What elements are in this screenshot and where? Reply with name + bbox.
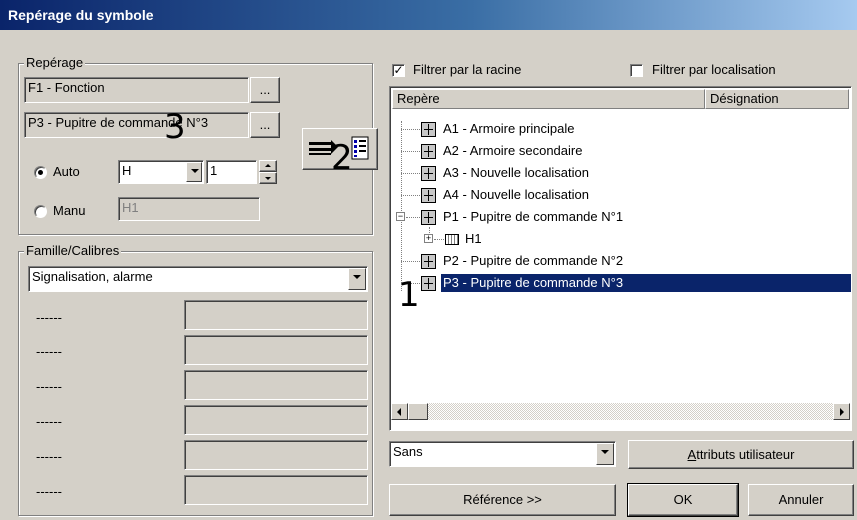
arrow-down-icon <box>265 177 271 180</box>
tree-item[interactable]: A4 - Nouvelle localisation <box>390 185 850 205</box>
calibre-field[interactable] <box>184 440 368 470</box>
tree-item[interactable]: A3 - Nouvelle localisation <box>390 163 850 183</box>
famille-group-label: Famille/Calibres <box>24 243 122 258</box>
tree-item[interactable]: − P1 - Pupitre de commande N°1 <box>390 207 850 227</box>
cabinet-icon <box>421 276 436 291</box>
auto-radio[interactable] <box>34 166 47 179</box>
expand-icon[interactable]: + <box>424 234 433 243</box>
manu-label: Manu <box>53 203 86 218</box>
manu-radio[interactable] <box>34 205 47 218</box>
tree-item-label: A1 - Armoire principale <box>443 121 575 136</box>
cabinet-icon <box>421 254 436 269</box>
spin-down-button[interactable] <box>259 172 277 184</box>
sans-select[interactable]: Sans <box>389 441 616 467</box>
tree-item[interactable]: A1 - Armoire principale <box>390 119 850 139</box>
filtrer-racine-checkbox[interactable]: ✓ <box>392 64 405 77</box>
title-bar: Repérage du symbole <box>0 0 857 30</box>
component-icon <box>445 234 459 245</box>
calibre-field[interactable] <box>184 300 368 330</box>
famille-select[interactable]: Signalisation, alarme <box>28 266 368 292</box>
reperage-group-label: Repérage <box>24 55 86 70</box>
auto-prefix-select[interactable]: H <box>118 160 204 184</box>
attributs-label: ttributs utilisateur <box>696 447 795 462</box>
calibre-label: ------ <box>36 310 62 325</box>
fonction-field[interactable]: F1 - Fonction <box>24 77 249 103</box>
attributs-utilisateur-button[interactable]: Attributs utilisateur <box>628 440 854 469</box>
collapse-icon[interactable]: − <box>396 212 405 221</box>
calibre-field[interactable] <box>184 335 368 365</box>
cabinet-icon <box>421 166 436 181</box>
manu-field[interactable]: H1 <box>118 197 260 221</box>
filtrer-racine-label: Filtrer par la racine <box>413 62 522 77</box>
tree-horizontal-scrollbar[interactable] <box>391 403 850 420</box>
reference-button[interactable]: Référence >> <box>389 484 616 516</box>
tree-item-label: P1 - Pupitre de commande N°1 <box>443 209 624 224</box>
attributs-accelerator: A <box>687 447 697 462</box>
calibre-field[interactable] <box>184 475 368 505</box>
chevron-down-icon[interactable] <box>596 443 614 465</box>
cabinet-icon <box>421 144 436 159</box>
fonction-browse-button[interactable]: ... <box>250 77 280 103</box>
cabinet-icon <box>421 188 436 203</box>
arrow-up-icon <box>265 164 271 167</box>
calibre-label: ------ <box>36 484 62 499</box>
calibre-field[interactable] <box>184 405 368 435</box>
calibre-label: ------ <box>36 379 62 394</box>
tree-item[interactable]: + H1 <box>390 229 850 249</box>
scroll-thumb[interactable] <box>408 403 428 420</box>
location-tree[interactable]: Repère Désignation A1 - Armoire principa… <box>389 86 852 431</box>
calibre-field[interactable] <box>184 370 368 400</box>
calibre-label: ------ <box>36 344 62 359</box>
tree-item-selected[interactable]: P3 - Pupitre de commande N°3 <box>390 273 852 293</box>
tree-item-label: A2 - Armoire secondaire <box>443 143 583 158</box>
dialog-window: Repérage du symbole Repérage F1 - Foncti… <box>0 0 857 520</box>
annuler-button[interactable]: Annuler <box>748 484 854 516</box>
column-header-designation[interactable]: Désignation <box>705 89 849 109</box>
scroll-right-arrow-icon[interactable] <box>833 403 850 420</box>
auto-prefix-value: H <box>122 163 132 178</box>
cabinet-icon <box>421 122 436 137</box>
annotation-two: 2 <box>331 138 353 178</box>
cabinet-icon <box>421 210 436 225</box>
scroll-left-arrow-icon[interactable] <box>391 403 408 420</box>
filtrer-localisation-label: Filtrer par localisation <box>652 62 776 77</box>
auto-label: Auto <box>53 164 80 179</box>
annotation-one: 1 <box>398 275 420 315</box>
sans-selected-value: Sans <box>393 444 423 459</box>
column-header-repere[interactable]: Repère <box>392 89 705 109</box>
calibre-label: ------ <box>36 449 62 464</box>
chevron-down-icon[interactable] <box>186 162 202 182</box>
chevron-down-icon[interactable] <box>348 268 366 290</box>
tree-item-label: P3 - Pupitre de commande N°3 <box>440 273 852 293</box>
auto-number-field[interactable]: 1 <box>206 160 257 184</box>
tree-item-label: H1 <box>465 231 482 246</box>
tree-item[interactable]: A2 - Armoire secondaire <box>390 141 850 161</box>
calibre-label: ------ <box>36 414 62 429</box>
ok-button[interactable]: OK <box>627 483 739 517</box>
annotation-three: 3 <box>164 107 186 147</box>
localisation-browse-button[interactable]: ... <box>250 112 280 138</box>
tree-item[interactable]: P2 - Pupitre de commande N°2 <box>390 251 850 271</box>
checkmark-icon: ✓ <box>393 63 404 77</box>
tree-item-label: A3 - Nouvelle localisation <box>443 165 589 180</box>
famille-selected-value: Signalisation, alarme <box>32 269 153 284</box>
tree-item-label: A4 - Nouvelle localisation <box>443 187 589 202</box>
tree-item-label: P2 - Pupitre de commande N°2 <box>443 253 624 268</box>
spin-up-button[interactable] <box>259 160 277 172</box>
filtrer-localisation-checkbox[interactable] <box>630 64 643 77</box>
localisation-field[interactable]: P3 - Pupitre de commande N°3 <box>24 112 249 138</box>
